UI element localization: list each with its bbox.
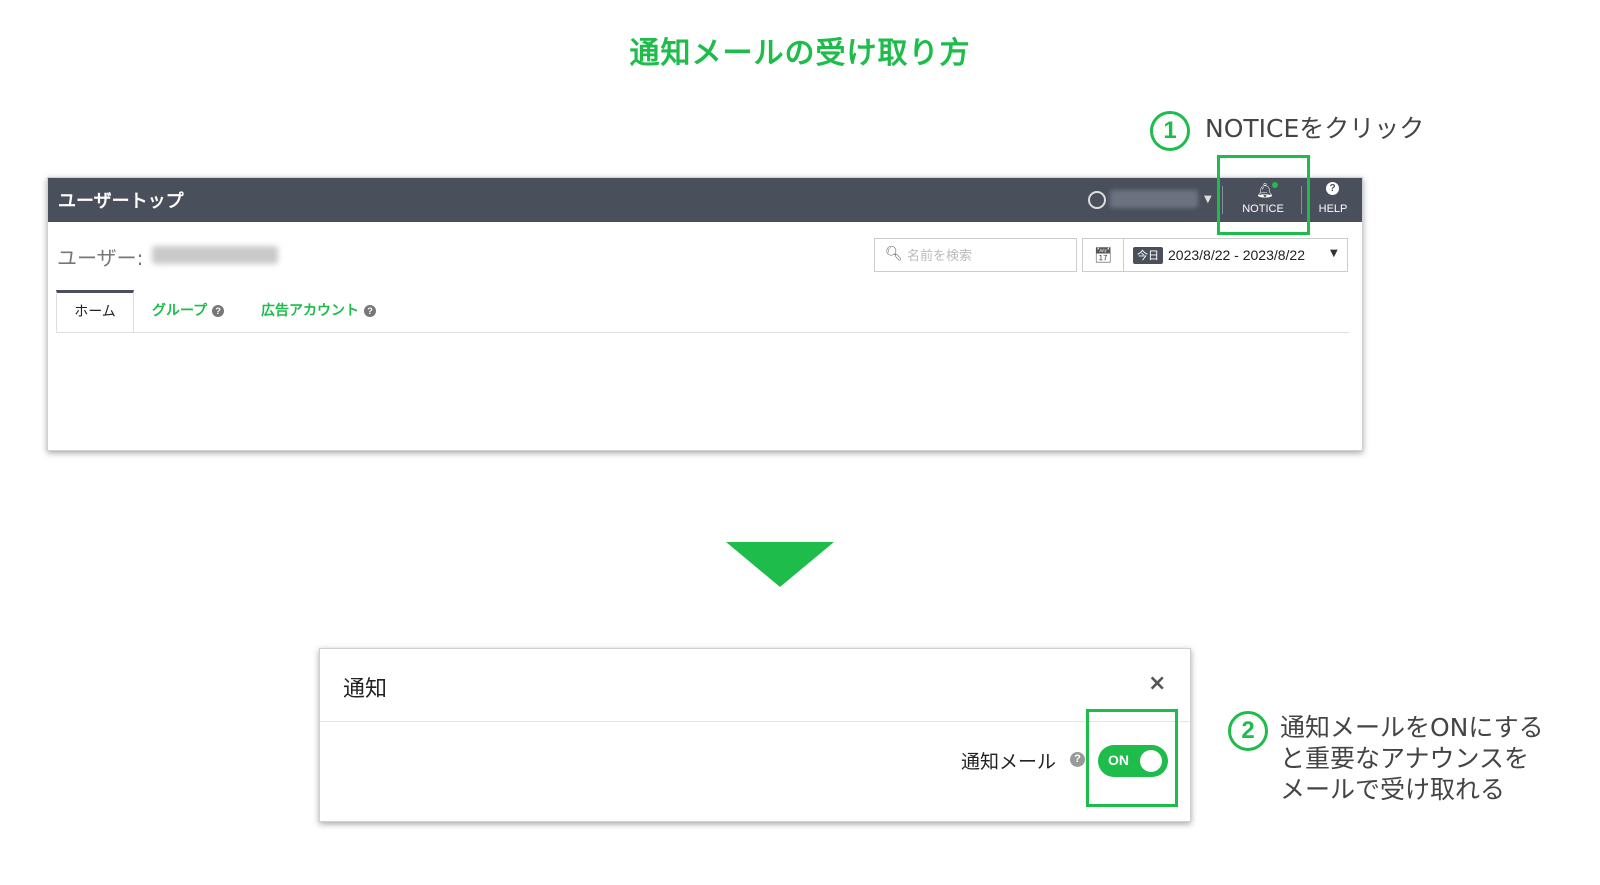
caret-down-icon: ▼ [1204, 194, 1212, 205]
help-icon: ? [1326, 182, 1339, 195]
notice-highlight-box [1217, 155, 1310, 235]
notification-mail-label: 通知メール [961, 751, 1057, 773]
help-label: HELP [1318, 203, 1348, 215]
user-id-blurred [152, 246, 278, 264]
step2-line: と重要なアナウンスを [1280, 744, 1530, 773]
divider [320, 721, 1190, 722]
caret-down-icon: ▼ [1330, 248, 1338, 259]
tab-group[interactable]: グループ? [152, 290, 225, 332]
modal-title: 通知 [343, 677, 388, 702]
help-icon[interactable]: ? [1070, 752, 1085, 767]
tab-ad-accounts-label: 広告アカウント [261, 303, 359, 319]
tab-home[interactable]: ホーム [56, 290, 134, 332]
step1-number: 1 [1150, 111, 1190, 151]
help-icon[interactable]: ? [212, 305, 225, 317]
close-icon[interactable]: × [1148, 671, 1166, 696]
tab-group-label: グループ [152, 303, 208, 319]
step2-line: メールで受け取れる [1280, 775, 1506, 804]
date-range-picker[interactable]: 今日 2023/8/22 - 2023/8/22 ▼ [1124, 238, 1348, 272]
tab-ad-accounts[interactable]: 広告アカウント? [261, 290, 376, 332]
tab-bar: ホーム グループ? 広告アカウント? [56, 290, 1349, 333]
search-input[interactable] [905, 245, 1074, 267]
user-label: ユーザー: [57, 246, 144, 270]
step2-text: 通知メールをONにする と重要なアナウンスを メールで受け取れる [1280, 712, 1580, 805]
step2-number: 2 [1228, 711, 1268, 751]
user-top-screenshot: ユーザートップ ▼ 🔔︎ NOTICE ? HELP ユーザー: 🔍︎ 📅︎ 今… [47, 177, 1363, 451]
toggle-highlight-box [1086, 709, 1178, 807]
user-name-blurred [1110, 190, 1198, 208]
search-icon: 🔍︎ [885, 246, 903, 262]
calendar-button[interactable]: 📅︎ [1082, 238, 1124, 272]
step1-text: NOTICEをクリック [1205, 114, 1425, 143]
help-icon[interactable]: ? [364, 305, 376, 317]
topbar: ユーザートップ ▼ 🔔︎ NOTICE ? HELP [48, 178, 1362, 222]
calendar-icon: 📅︎ [1093, 246, 1113, 264]
date-range-text: 2023/8/22 - 2023/8/22 [1168, 247, 1306, 263]
search-box[interactable]: 🔍︎ [874, 238, 1077, 272]
topbar-title: ユーザートップ [58, 191, 184, 212]
tab-home-label: ホーム [74, 304, 116, 320]
notification-modal: 通知 × 通知メール ? ON [319, 648, 1191, 822]
today-badge: 今日 [1133, 247, 1163, 264]
user-avatar-icon [1088, 191, 1106, 209]
help-button[interactable]: ? HELP [1306, 178, 1360, 222]
step2-line: 通知メールをONにする [1280, 713, 1544, 742]
down-arrow-icon [726, 542, 834, 587]
page-title: 通知メールの受け取り方 [629, 36, 971, 71]
